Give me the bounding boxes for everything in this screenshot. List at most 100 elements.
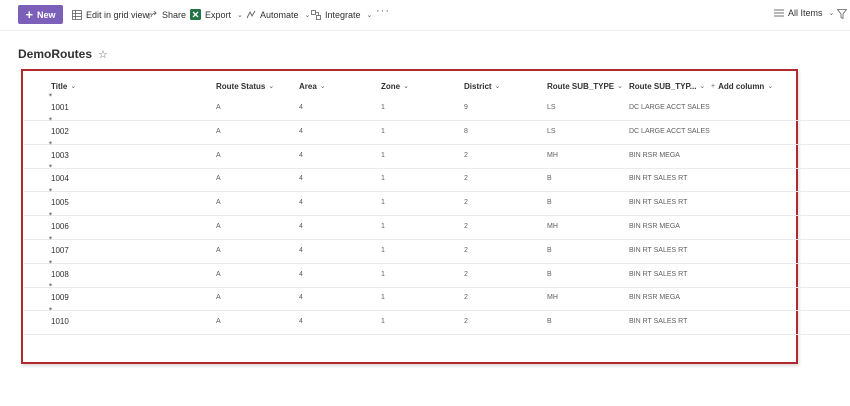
cell-status: A: [216, 294, 221, 302]
cell-subtype: B: [547, 246, 552, 254]
new-item-icon: ✴: [48, 283, 54, 290]
more-options-button[interactable]: ···: [376, 5, 390, 17]
cell-area: 4: [299, 223, 303, 230]
cell-area: 4: [299, 151, 303, 159]
table-row[interactable]: ✴ 1007 A 4 1 2 B BIN RT SALES RT: [24, 236, 850, 264]
edit-grid-button[interactable]: Edit in grid view: [72, 7, 149, 22]
column-header-route-subtype-desc[interactable]: Route SUB_TYP... ⌄: [629, 79, 705, 93]
cell-title[interactable]: ✴ 1005: [48, 188, 69, 215]
new-item-icon: ✴: [48, 140, 54, 147]
cell-title[interactable]: ✴ 1002: [48, 117, 69, 144]
cell-subtype: MH: [547, 223, 558, 230]
row-title-text: 1010: [51, 317, 69, 327]
cell-district: 2: [464, 175, 468, 183]
cell-title[interactable]: ✴ 1007: [48, 236, 69, 263]
cell-area: 4: [299, 127, 303, 135]
table-row[interactable]: ✴ 1010 A 4 1 2 B BIN RT SALES RT: [24, 307, 850, 336]
chevron-down-icon: ⌄: [319, 83, 326, 90]
list-title-text: DemoRoutes: [18, 47, 93, 61]
integrate-button[interactable]: Integrate ⌄: [311, 7, 372, 22]
cell-status: A: [216, 127, 221, 135]
share-button[interactable]: Share: [148, 7, 186, 22]
cell-subtype: LS: [547, 104, 556, 111]
cell-subtype-desc: DC LARGE ACCT SALES: [629, 104, 710, 111]
table-row[interactable]: ✴ 1003 A 4 1 2 MH BIN RSR MEGA: [24, 141, 850, 169]
column-header-district[interactable]: District ⌄: [464, 79, 500, 93]
cell-zone: 1: [381, 199, 385, 207]
cell-district: 9: [464, 104, 468, 111]
cell-area: 4: [299, 175, 303, 183]
column-header-label: Zone: [381, 81, 401, 91]
new-item-icon: ✴: [48, 259, 54, 266]
new-item-icon: ✴: [48, 307, 54, 314]
row-title-text: 1006: [51, 222, 69, 231]
cell-subtype-desc: BIN RSR MEGA: [629, 223, 680, 230]
cell-title[interactable]: ✴ 1004: [48, 164, 69, 191]
cell-title[interactable]: ✴ 1009: [48, 283, 69, 310]
star-icon[interactable]: ☆: [98, 48, 108, 61]
cell-title[interactable]: ✴ 1010: [48, 307, 69, 334]
row-title-text: 1003: [51, 150, 69, 160]
new-item-icon: ✴: [48, 235, 54, 242]
chevron-down-icon: ⌄: [237, 11, 243, 19]
cell-title[interactable]: ✴ 1008: [48, 260, 69, 287]
cell-area: 4: [299, 104, 303, 111]
cell-subtype-desc: BIN RSR MEGA: [629, 151, 680, 159]
table-row[interactable]: ✴ 1001 A 4 1 9 LS DC LARGE ACCT SALES: [24, 93, 850, 121]
column-header-label: Route SUB_TYPE: [547, 81, 615, 91]
table-row[interactable]: ✴ 1004 A 4 1 2 B BIN RT SALES RT: [24, 164, 850, 193]
cell-subtype: B: [547, 175, 552, 183]
column-header-route-subtype[interactable]: Route SUB_TYPE ⌄: [547, 79, 623, 93]
cell-title[interactable]: ✴ 1006: [48, 212, 69, 239]
row-title-text: 1002: [51, 126, 69, 136]
column-header-zone[interactable]: Zone ⌄: [381, 79, 409, 93]
table-row[interactable]: ✴ 1006 A 4 1 2 MH BIN RSR MEGA: [24, 212, 850, 240]
chevron-down-icon: ⌄: [494, 83, 501, 90]
table-row[interactable]: ✴ 1008 A 4 1 2 B BIN RT SALES RT: [24, 260, 850, 288]
cell-district: 2: [464, 270, 468, 278]
column-header-label: Title: [51, 81, 68, 91]
cell-subtype-desc: BIN RT SALES RT: [629, 199, 688, 207]
cell-zone: 1: [381, 294, 385, 302]
cell-subtype-desc: DC LARGE ACCT SALES: [629, 127, 710, 135]
grid-view-icon: [72, 9, 82, 20]
cell-status: A: [216, 199, 221, 207]
table-row[interactable]: ✴ 1002 A 4 1 8 LS DC LARGE ACCT SALES: [24, 117, 850, 145]
row-title-text: 1004: [51, 174, 69, 184]
cell-subtype: B: [547, 270, 552, 278]
column-header-area[interactable]: Area ⌄: [299, 79, 326, 93]
table-row[interactable]: ✴ 1005 A 4 1 2 B BIN RT SALES RT: [24, 188, 850, 217]
cell-subtype: B: [547, 318, 552, 326]
new-item-icon: ✴: [48, 164, 54, 171]
chevron-down-icon: ⌄: [268, 83, 275, 90]
add-column-button[interactable]: + Add column ⌄: [711, 79, 773, 93]
cell-title[interactable]: ✴ 1001: [48, 93, 69, 120]
row-title-text: 1007: [51, 245, 69, 255]
column-header-route-status[interactable]: Route Status ⌄: [216, 79, 274, 93]
export-button[interactable]: Export ⌄: [190, 7, 243, 22]
share-icon: [148, 10, 157, 19]
cell-zone: 1: [381, 127, 385, 135]
row-title-text: 1001: [51, 103, 69, 112]
cell-status: A: [216, 223, 221, 230]
export-label: Export: [205, 9, 232, 20]
view-label: All Items: [788, 8, 823, 18]
cell-area: 4: [299, 199, 303, 207]
cell-status: A: [216, 270, 221, 278]
cell-zone: 1: [381, 223, 385, 230]
view-list-icon: [774, 9, 784, 17]
filter-icon[interactable]: [837, 9, 847, 19]
excel-icon: [190, 9, 201, 20]
new-item-icon: ✴: [48, 188, 54, 195]
automate-button[interactable]: Automate ⌄: [246, 7, 310, 22]
column-header-title[interactable]: Title ⌄: [51, 79, 76, 93]
chevron-down-icon: ⌄: [403, 83, 409, 90]
cell-title[interactable]: ✴ 1003: [48, 141, 69, 168]
table-row[interactable]: ✴ 1009 A 4 1 2 MH BIN RSR MEGA: [24, 283, 850, 312]
new-button[interactable]: + New: [18, 5, 63, 24]
cell-zone: 1: [381, 270, 385, 278]
view-selector[interactable]: All Items ⌄: [774, 8, 834, 18]
cell-area: 4: [299, 246, 303, 254]
row-title-text: 1009: [51, 293, 69, 303]
row-title-text: 1008: [51, 269, 69, 279]
